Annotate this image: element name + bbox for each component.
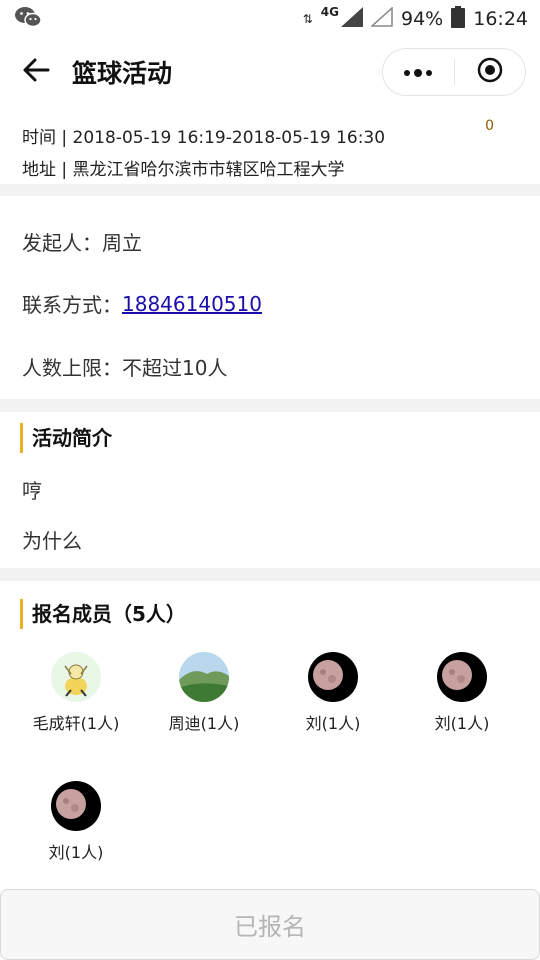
members-section: 报名成员（5人） 毛成轩(1人) 周迪(1人) 刘(1人) 刘(1人) 刘(1人…: [0, 599, 540, 889]
signal-icon: [341, 6, 363, 32]
organizer-name: 周立: [102, 230, 142, 255]
event-header: 时间 | 2018-05-19 16:19-2018-05-19 16:30 地…: [0, 106, 540, 184]
intro-section: 活动简介 哼 为什么: [0, 423, 540, 566]
battery-icon: [451, 5, 466, 33]
clock-time: 16:24: [473, 8, 528, 30]
limit-label: 人数上限：: [22, 355, 122, 380]
member-item[interactable]: 刘(1人): [397, 652, 527, 734]
members-title: 报名成员（5人）: [20, 599, 540, 629]
page-title: 篮球活动: [72, 59, 173, 88]
intro-line: 为什么: [22, 529, 82, 553]
more-dots-icon: [403, 63, 433, 82]
landscape-avatar: [179, 652, 229, 702]
address-value: 黑龙江省哈尔滨市市辖区哈工程大学: [72, 160, 345, 180]
close-miniprogram-button[interactable]: [455, 49, 526, 95]
member-item[interactable]: 刘(1人): [268, 652, 398, 734]
contact-phone-link[interactable]: 18846140510: [122, 292, 262, 316]
limit-value: 不超过10人: [122, 355, 228, 380]
cartoon-avatar: [51, 652, 101, 702]
moon-avatar: [308, 652, 358, 702]
organizer-row: 发起人： 周立: [0, 196, 540, 286]
signal-empty-icon: [370, 5, 393, 32]
member-name: 刘(1人): [305, 714, 361, 733]
address-label: 地址: [22, 160, 56, 180]
signed-up-button[interactable]: 已报名: [0, 889, 540, 960]
status-bar: ⇅ 4G 94% 16:24: [0, 0, 540, 38]
nav-bar: 篮球活动: [0, 38, 540, 106]
contact-row: 联系方式： 18846140510: [0, 286, 540, 321]
contact-label: 联系方式：: [22, 293, 122, 317]
section-divider: [0, 184, 540, 196]
back-arrow-icon: [22, 58, 50, 86]
member-name: 刘(1人): [434, 714, 490, 733]
member-item[interactable]: 毛成轩(1人): [11, 652, 141, 734]
miniprogram-capsule: [382, 48, 526, 96]
member-name: 周迪(1人): [168, 714, 240, 733]
separator: |: [56, 128, 73, 148]
member-item[interactable]: 周迪(1人): [139, 652, 269, 734]
data-transfer-icon: ⇅: [302, 12, 313, 26]
wechat-icon: [14, 6, 42, 33]
member-item[interactable]: 刘(1人): [11, 781, 141, 863]
battery-text: 94%: [401, 8, 444, 30]
time-row: 时间 | 2018-05-19 16:19-2018-05-19 16:30: [22, 122, 518, 154]
organizer-label: 发起人：: [22, 230, 102, 255]
time-value: 2018-05-19 16:19-2018-05-19 16:30: [72, 128, 386, 148]
more-button[interactable]: [383, 49, 454, 95]
separator: |: [56, 160, 73, 180]
limit-row: 人数上限： 不超过10人: [0, 321, 540, 411]
section-divider: [0, 399, 540, 412]
target-circle-icon: [477, 57, 503, 87]
section-divider: [0, 568, 540, 581]
time-label: 时间: [22, 128, 56, 148]
network-type: 4G: [320, 5, 339, 19]
moon-avatar: [51, 781, 101, 831]
count-badge: 0: [485, 118, 494, 134]
intro-line: 哼: [22, 479, 42, 503]
member-name: 毛成轩(1人): [32, 714, 120, 733]
event-details: 发起人： 周立 联系方式： 18846140510 人数上限： 不超过10人: [0, 196, 540, 411]
address-row: 地址 | 黑龙江省哈尔滨市市辖区哈工程大学: [22, 154, 518, 186]
back-button[interactable]: [0, 38, 72, 106]
intro-title: 活动简介: [20, 423, 540, 453]
moon-avatar: [437, 652, 487, 702]
member-name: 刘(1人): [48, 843, 104, 862]
